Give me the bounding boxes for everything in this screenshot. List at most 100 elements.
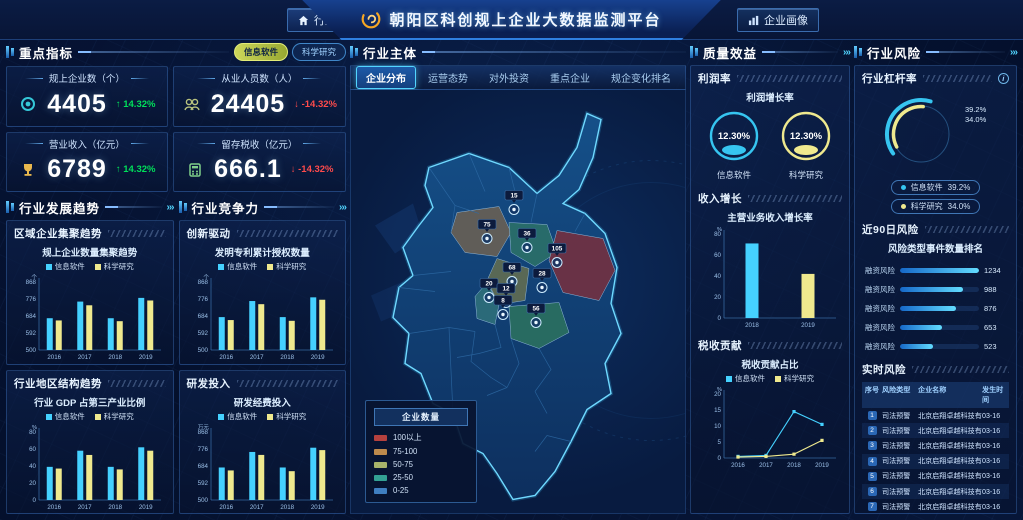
legend-swatch — [218, 414, 224, 420]
map-tab[interactable]: 对外投资 — [480, 67, 538, 88]
indicator-tab[interactable]: 信息软件 — [234, 43, 288, 61]
table-header-cell: 风险类型 — [882, 385, 918, 405]
legend-swatch — [95, 264, 101, 270]
grouped-bar-chart: 500592684776868个2016201720182019 — [14, 272, 166, 361]
svg-text:8: 8 — [501, 298, 505, 305]
table-row[interactable]: 4司法预警北京启翔卓越科技有限公司03-16 — [862, 454, 1009, 469]
legend-label: 100以上 — [393, 432, 422, 443]
row-index-badge: 4 — [868, 457, 877, 466]
bar-chart-icon — [748, 15, 759, 26]
legend-label: 信息软件 — [911, 182, 943, 193]
map-tab[interactable]: 规企变化排名 — [602, 67, 680, 88]
risk-bar-value: 1234 — [984, 266, 1009, 275]
legend-label: 科学研究 — [784, 374, 814, 383]
svg-text:2018: 2018 — [745, 322, 759, 329]
risk-bar-fill — [900, 268, 979, 273]
section-subtitle: 区域企业集聚趋势 — [14, 226, 102, 241]
info-icon[interactable] — [998, 73, 1009, 84]
chart-legend: 信息软件科学研究 — [14, 411, 166, 422]
chart-legend: 信息软件科学研究 — [187, 411, 339, 422]
home-icon — [298, 15, 309, 26]
company-name-cell: 北京启翔卓越科技有限公司 — [918, 411, 982, 421]
svg-text:2019: 2019 — [139, 504, 153, 511]
table-row[interactable]: 7司法预警北京启翔卓越科技有限公司03-16 — [862, 499, 1009, 514]
calculator-icon — [185, 160, 205, 180]
panel-accent-icon — [350, 46, 358, 58]
nav-enterprise-profile[interactable]: 企业画像 — [737, 8, 819, 32]
legend-swatch — [218, 264, 224, 270]
table-row[interactable]: 3司法预警北京启翔卓越科技有限公司03-16 — [862, 438, 1009, 453]
panel-divider — [78, 51, 229, 53]
panel-accent-icon — [854, 46, 862, 58]
indicator-value: 24405 — [211, 90, 286, 119]
map-tab[interactable]: 重点企业 — [541, 67, 599, 88]
occur-time-cell: 03-16 — [982, 457, 1009, 465]
svg-text:20: 20 — [29, 480, 36, 487]
table-row[interactable]: 6司法预警北京启翔卓越科技有限公司03-16 — [862, 484, 1009, 499]
risk-type-cell: 司法预警 — [882, 411, 918, 421]
svg-text:2019: 2019 — [311, 354, 325, 361]
risk-bar-track — [900, 306, 979, 311]
table-row[interactable]: 5司法预警北京启翔卓越科技有限公司03-16 — [862, 469, 1009, 484]
svg-text:2018: 2018 — [108, 504, 122, 511]
risk-bar-fill — [900, 325, 942, 330]
row-index-badge: 3 — [868, 441, 877, 450]
chart-card-region-agglomeration: 区域企业集聚趋势 规上企业数量集聚趋势 信息软件科学研究 50059268477… — [6, 220, 174, 365]
more-arrows-button[interactable]: ››› — [1010, 47, 1017, 58]
hatch-decoration — [748, 342, 842, 349]
risk-bar-fill — [900, 344, 933, 349]
panel-accent-icon — [6, 46, 14, 58]
company-name-cell: 北京启翔卓越科技有限公司 — [918, 441, 982, 451]
legend-item: 信息软件 — [46, 261, 85, 272]
more-arrows-button[interactable]: ››› — [339, 202, 346, 213]
profit-gauges: 12.30%信息软件12.30%科学研究 — [698, 109, 842, 181]
grouped-bar-chart: 500592684776868个2016201720182019 — [187, 272, 339, 361]
occur-time-cell: 03-16 — [982, 472, 1009, 480]
profit-rate-section: 利润率 利润增长率 12.30%信息软件12.30%科学研究 — [698, 71, 842, 181]
risk-bar-label: 融资风险 — [862, 284, 895, 295]
svg-text:%: % — [717, 387, 722, 393]
legend-label: 信息软件 — [227, 262, 257, 271]
legend-item: 信息软件 — [218, 261, 257, 272]
legend-dot — [901, 185, 906, 190]
indicator-card: 从业人员数（人）24405↓ -14.32% — [173, 66, 346, 127]
legend-swatch — [95, 414, 101, 420]
more-arrows-button[interactable]: ››› — [843, 47, 850, 58]
chart-legend: 信息软件科学研究 — [14, 261, 166, 272]
risk-bar-track — [900, 325, 979, 330]
svg-text:0: 0 — [718, 315, 722, 322]
recent-risk-section: 近90日风险 风险类型事件数量排名 融资风险1234融资风险988融资风险876… — [862, 222, 1009, 352]
realtime-risk-table: 序号风险类型企业名称发生时间1司法预警北京启翔卓越科技有限公司03-162司法预… — [862, 382, 1009, 514]
svg-text:万元: 万元 — [198, 424, 210, 431]
legend-label: 25-50 — [393, 473, 413, 482]
risk-bar-value: 653 — [984, 323, 1009, 332]
hatch-decoration — [923, 75, 992, 82]
more-arrows-button[interactable]: ››› — [167, 202, 174, 213]
risk-type-cell: 司法预警 — [882, 441, 918, 451]
map-tab[interactable]: 企业分布 — [356, 66, 416, 89]
section-subtitle: 行业杠杆率 — [862, 71, 917, 86]
gauge-label: 科学研究 — [789, 169, 823, 181]
risk-bar-value: 523 — [984, 342, 1009, 351]
panel-accent-icon — [179, 201, 187, 213]
legend-item: 科学研究 — [775, 373, 814, 384]
company-name-cell: 北京启翔卓越科技有限公司 — [918, 426, 982, 436]
legend-label: 0-25 — [393, 486, 409, 495]
indicator-tab[interactable]: 科学研究 — [292, 43, 346, 61]
map-tab[interactable]: 运营态势 — [419, 67, 477, 88]
risk-bar-row: 融资风险523 — [862, 341, 1009, 352]
svg-text:56: 56 — [532, 306, 540, 313]
grouped-bar-chart: 020406080%2016201720182019 — [14, 422, 166, 511]
hatch-decoration — [108, 380, 166, 387]
risk-type-cell: 司法预警 — [882, 487, 918, 497]
table-row[interactable]: 2司法预警北京启翔卓越科技有限公司03-16 — [862, 423, 1009, 438]
industry-body-panel: 行业主体 企业分布运营态势对外投资重点企业规企变化排名 — [350, 42, 686, 514]
indicator-delta: ↑ 14.32% — [116, 99, 156, 110]
section-subtitle: 税收贡献 — [698, 338, 742, 353]
table-row[interactable]: 1司法预警北京启翔卓越科技有限公司03-16 — [862, 408, 1009, 423]
legend-swatch — [46, 414, 52, 420]
industry-competitiveness-panel: 行业竞争力 ››› 创新驱动 发明专利累计授权数量 信息软件科学研究 50059… — [179, 197, 347, 514]
hatch-decoration — [108, 230, 166, 237]
page-title: 朝阳区科创规上企业大数据监测平台 — [389, 9, 661, 30]
risk-ranking-bars: 融资风险1234融资风险988融资风险876融资风险653融资风险523 — [862, 257, 1009, 352]
